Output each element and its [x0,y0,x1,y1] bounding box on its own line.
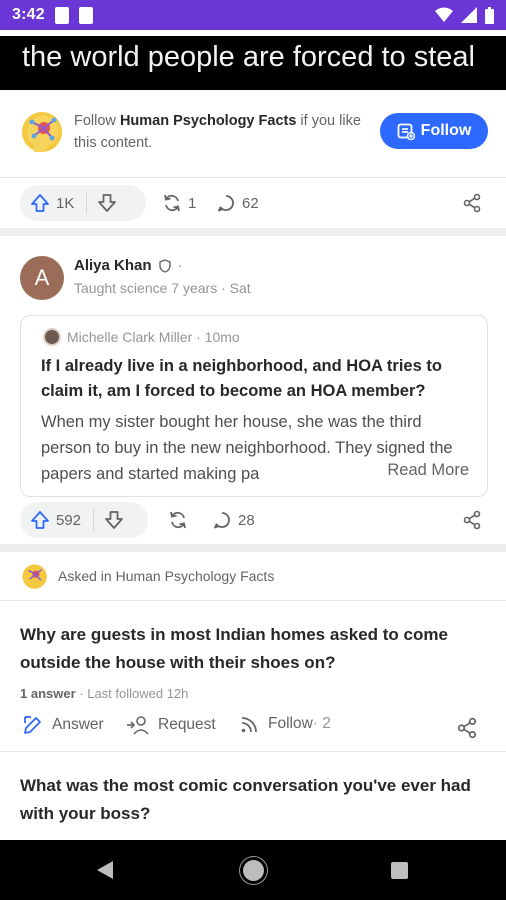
follow-space-button[interactable]: Follow [380,113,488,149]
follow-prompt-text: Follow Human Psychology Facts if you lik… [74,110,364,154]
upvote-icon [31,194,49,212]
space-name[interactable]: Human Psychology Facts [120,113,296,129]
shield-badge-icon [158,258,171,273]
question-share-icon[interactable] [456,717,478,739]
feed-separator [0,228,506,236]
post1-upvote-button[interactable]: 1K [30,193,74,213]
home-icon[interactable] [243,860,264,881]
follow-button-label: Follow [420,122,472,139]
caption-banner: the world people are forced to steal [0,36,506,90]
author-name-text: Aliya Khan [74,257,152,274]
question-title[interactable]: Why are guests in most Indian homes aske… [20,621,490,677]
post2-upvote-count: 592 [56,511,82,529]
divider [0,751,506,752]
vote-divider [93,509,95,531]
asked-in-header[interactable]: Asked in Human Psychology Facts [20,562,274,590]
quoted-question-card[interactable]: Michelle Clark Miller · 10mo If I alread… [20,315,488,497]
status-time: 3:42 [12,6,45,23]
post2-comment-count: 28 [238,511,255,529]
post1-comment-count: 62 [242,194,259,212]
post1-action-bar: 1K 1 62 [0,182,506,224]
question-action-bar: Answer Request Follow · 2 [20,714,486,744]
request-button[interactable]: Request [126,714,216,736]
answer-count: 1 answer [20,686,76,701]
follow-question-button[interactable]: Follow · 2 [240,714,331,734]
post1-upvote-count: 1K [56,194,75,212]
comment-icon [218,195,234,212]
status-bar: 3:42 [0,0,506,30]
post2-upvote-button[interactable]: 592 [30,510,81,530]
follow-question-count: · 2 [312,715,331,732]
reshare-icon [170,511,186,529]
post2-share-icon[interactable] [462,510,482,530]
back-icon[interactable] [97,861,113,879]
feed-separator [0,544,506,552]
quoted-author-text: Michelle Clark Miller · 10mo [67,329,240,345]
request-label: Request [158,716,216,733]
post2-vote-pill: 592 [20,502,148,538]
divider [0,600,506,601]
follow-question-label: Follow [268,715,313,732]
answer-label: Answer [52,716,104,733]
post1-share-icon[interactable] [462,193,482,213]
post1-share-count-button[interactable]: 1 [162,193,196,213]
follow-prefix: Follow [74,113,120,129]
space-logo-icon [22,564,47,589]
author-avatar[interactable]: A [20,256,64,300]
vote-divider [86,192,88,214]
next-question-title[interactable]: What was the most comic conversation you… [20,772,490,828]
space-logo-icon [22,112,62,152]
read-more-link[interactable]: Read More [363,461,469,480]
question-meta: 1 answer · Last followed 12h [20,686,188,701]
screen: 3:42 the world people are forced to stea… [0,0,506,900]
quoted-question-title[interactable]: If I already live in a neighborhood, and… [41,354,471,404]
request-user-icon [127,716,149,735]
notification-icon [54,6,69,24]
upvote-icon [31,511,49,529]
post2-comment-button[interactable]: 28 [212,510,255,530]
asked-in-text: Asked in Human Psychology Facts [58,568,275,584]
avatar-letter: A [34,265,50,290]
notification-icon-2 [78,6,93,24]
follow-space-icon [397,123,415,140]
pencil-icon [24,716,41,734]
battery-icon [485,6,494,24]
author-credential: Taught science 7 years · Sat [74,280,251,296]
author-name[interactable]: Aliya Khan · [74,257,183,274]
quoted-author: Michelle Clark Miller · 10mo [43,328,240,346]
post2-action-bar: 592 28 [0,499,506,541]
reshare-icon [164,194,180,212]
post2-downvote-icon[interactable] [104,510,124,530]
caption-text: the world people are forced to steal [22,41,475,73]
author-dot: · [177,257,183,274]
quoted-author-avatar [43,328,61,346]
signal-icon [461,7,477,23]
post1-comment-button[interactable]: 62 [216,193,259,213]
last-followed: · Last followed 12h [75,686,189,701]
post2-reshare-button[interactable] [168,510,188,530]
wifi-icon [435,7,453,22]
recent-apps-icon[interactable] [391,862,408,879]
post1-downvote-icon[interactable] [97,193,117,213]
follow-space-card: Follow Human Psychology Facts if you lik… [0,90,506,178]
comment-icon [214,512,230,529]
answer-button[interactable]: Answer [22,714,104,736]
system-nav-bar [0,840,506,900]
follow-rss-icon [241,717,257,733]
post1-share-count: 1 [188,194,197,212]
post1-vote-pill: 1K [20,185,146,221]
